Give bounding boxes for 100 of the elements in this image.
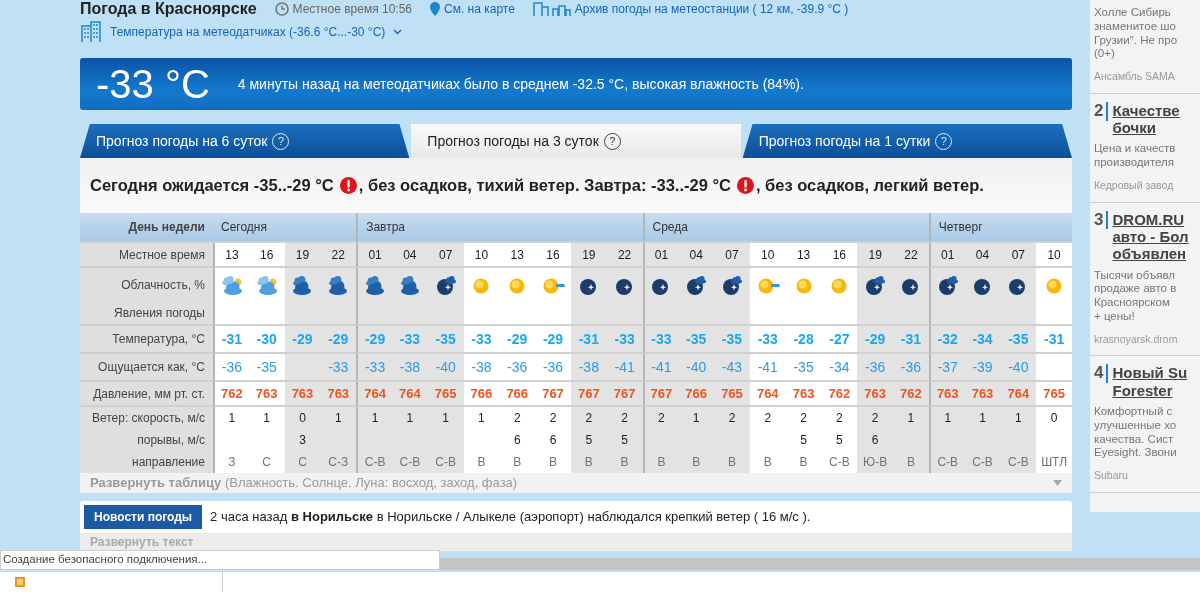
- row-label: Давление, мм рт. ст.: [80, 382, 213, 407]
- time-cell: 22: [893, 243, 929, 268]
- feels-like-cell: -41: [642, 354, 679, 382]
- wind-direction: ШТЛ: [1041, 454, 1068, 471]
- feels-like-cell: -35: [785, 354, 822, 382]
- wind-gust: 5: [800, 432, 807, 449]
- row-label: Температура, °C: [80, 326, 213, 354]
- pressure-cell: 765: [1036, 382, 1072, 407]
- pressure-cell: 767: [570, 382, 607, 407]
- wind-speed: 1: [334, 410, 342, 427]
- wind-direction: Ю-В: [863, 454, 888, 471]
- wind-direction: С-В: [937, 454, 959, 471]
- row-label: День недели: [80, 213, 213, 243]
- wind-gust: 5: [836, 432, 843, 449]
- wind-direction: С-В: [399, 454, 421, 471]
- feels-like-cell: -38: [391, 354, 428, 382]
- sensor-temperature-link[interactable]: Температура на метеодатчиках (-36.6 °C...-30 °C): [110, 23, 386, 41]
- temperature-cell: -29: [284, 326, 321, 354]
- time-cell: 13: [499, 243, 536, 268]
- forecast-tab[interactable]: Прогноз погоды на 6 суток ?: [80, 124, 410, 158]
- ad-text: Цена и качеств производителя: [1094, 142, 1177, 171]
- time-cell: 01: [356, 243, 392, 268]
- wind-speed: 2: [800, 410, 807, 427]
- status-text: Создание безопасного подключения...: [0, 550, 440, 570]
- temperature-cell: -33: [642, 326, 679, 354]
- day-header: Сегодня: [213, 213, 357, 243]
- wind-direction: В: [657, 454, 666, 471]
- wind-direction: В: [692, 454, 701, 471]
- wind-direction: С-В: [829, 454, 850, 471]
- pressure-cell: 765: [714, 382, 750, 407]
- time-cell: 07: [427, 243, 464, 268]
- wind-speed: 1: [692, 410, 700, 427]
- pressure-cell: 766: [499, 382, 536, 407]
- temperature-cell: -29: [857, 326, 894, 354]
- temperature-cell: -33: [463, 326, 500, 354]
- temperature-cell: -35: [678, 326, 715, 354]
- time-cell: 13: [785, 243, 822, 268]
- feels-like-cell: -37: [928, 354, 965, 382]
- wind-direction: В: [549, 454, 557, 471]
- temperature-cell: -34: [964, 326, 1001, 354]
- wind-direction: В: [513, 454, 522, 471]
- wind-speed: 2: [549, 410, 557, 427]
- wind-gust: 5: [621, 432, 628, 449]
- wind-gust: 6: [549, 432, 557, 449]
- ad-title[interactable]: Качестве бочки: [1112, 101, 1180, 137]
- wind-direction: С: [298, 454, 307, 471]
- local-time: Местное время 10:56: [292, 1, 412, 18]
- wind-speed: 2: [585, 410, 593, 427]
- current-temperature: -33 °C: [96, 64, 210, 104]
- ad-title[interactable]: Новый Su Forester: [1112, 364, 1188, 399]
- wind-direction: С-В: [364, 454, 386, 471]
- pressure-cell: 763: [320, 382, 357, 407]
- wind-direction: С: [262, 454, 271, 471]
- day-header: Завтра: [356, 213, 643, 243]
- buildings-icon: [532, 1, 571, 17]
- blank-cell: [284, 354, 321, 382]
- pressure-cell: 767: [606, 382, 643, 407]
- warning-icon: [339, 177, 357, 194]
- building-icon: [80, 21, 102, 43]
- temperature-cell: -28: [785, 326, 822, 354]
- wind-direction-label: направление: [132, 454, 205, 471]
- wind-gust: 3: [299, 432, 306, 449]
- ad-number: 2: [1094, 101, 1109, 121]
- pressure-cell: 763: [785, 382, 822, 407]
- ad-source: Ансамбль SAMA: [1094, 69, 1176, 85]
- wind-direction: С-В: [972, 454, 993, 471]
- day-header: Четверг: [928, 213, 1072, 243]
- temperature-cell: -32: [928, 326, 965, 354]
- caret-down-icon[interactable]: [1053, 480, 1062, 486]
- feels-like-cell: -39: [964, 354, 1001, 382]
- pressure-cell: 767: [642, 382, 679, 407]
- forecast-summary-text: , без осадков, тихий ветер. Завтра: -33..-29 °C: [358, 175, 731, 197]
- map-link[interactable]: См. на карте: [444, 0, 515, 18]
- feels-like-cell: -36: [857, 354, 894, 382]
- archive-link[interactable]: Архив погоды на метеостанции ( 12 км, -39.9 °C ): [574, 0, 849, 18]
- pressure-cell: 763: [857, 382, 894, 407]
- row-label: Явления погоды: [80, 301, 213, 326]
- forecast-tab[interactable]: Прогноз погоды на 1 сутки ?: [742, 124, 1072, 158]
- feels-like-cell: -40: [427, 354, 464, 382]
- wind-speed: 1: [478, 410, 485, 427]
- ad-title[interactable]: DROM.RU авто - Бол объявлен: [1112, 210, 1189, 263]
- wind-speed: 1: [442, 410, 449, 427]
- time-cell: 07: [714, 243, 750, 268]
- time-cell: 04: [391, 243, 428, 268]
- feels-like-cell: -36: [213, 354, 249, 382]
- feels-like-cell: -40: [1000, 354, 1037, 382]
- time-cell: 22: [606, 243, 643, 268]
- time-cell: 10: [749, 243, 786, 268]
- app-icon[interactable]: [14, 576, 26, 588]
- chevron-down-icon[interactable]: [393, 29, 403, 35]
- wind-gust: 6: [513, 432, 521, 449]
- time-cell: 10: [463, 243, 500, 268]
- news-label: Новости погоды: [84, 505, 203, 529]
- wind-speed: 1: [228, 410, 236, 427]
- wind-speed: 2: [871, 410, 879, 427]
- pressure-cell: 763: [928, 382, 965, 407]
- pressure-cell: 764: [391, 382, 428, 407]
- forecast-tab[interactable]: Прогноз погоды на 3 суток ?: [411, 124, 741, 158]
- time-cell: 01: [928, 243, 965, 268]
- feels-like-cell: -36: [893, 354, 929, 382]
